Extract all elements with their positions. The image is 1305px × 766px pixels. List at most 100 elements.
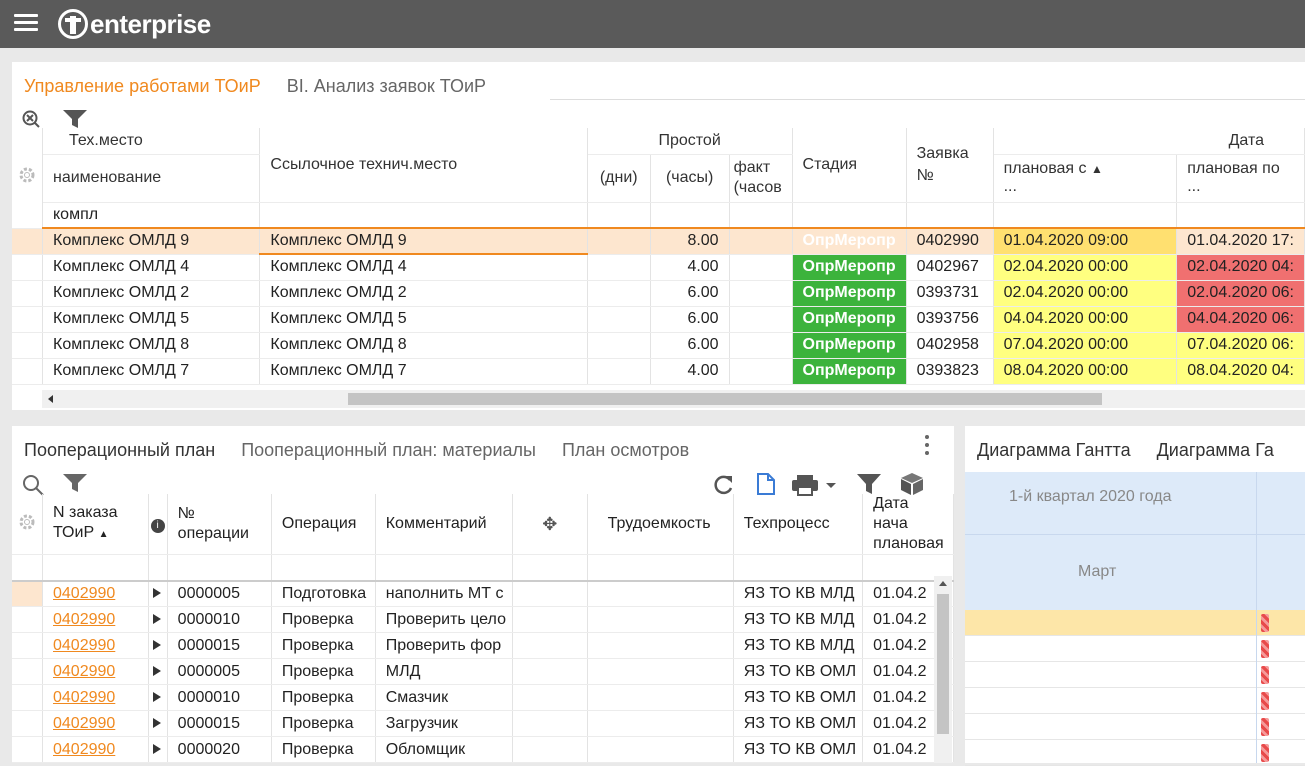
gantt-row[interactable] bbox=[965, 662, 1305, 688]
expand-icon[interactable] bbox=[148, 632, 168, 659]
filter-icon[interactable] bbox=[63, 110, 87, 128]
table-row[interactable]: 0402990 0000010 Проверка Смазчик ЯЗ ТО КВ ОМ… bbox=[12, 684, 954, 711]
order-link[interactable]: 0402990 bbox=[42, 632, 149, 659]
op-no-cell[interactable]: 0000020 bbox=[167, 736, 272, 763]
labor-cell[interactable] bbox=[587, 684, 734, 711]
process-cell[interactable]: ЯЗ ТО КВ ОМЛ bbox=[733, 684, 864, 711]
process-cell[interactable]: ЯЗ ТО КВ МЛД bbox=[733, 606, 864, 633]
col-labor[interactable]: Трудоемкость bbox=[587, 494, 734, 555]
order-link[interactable]: 0402990 bbox=[42, 580, 149, 607]
ref-cell[interactable]: Комплекс ОМЛД 9 bbox=[259, 228, 588, 255]
table-row[interactable]: Комплекс ОМЛД 2 Комплекс ОМЛД 2 6.00 ОпрМер… bbox=[12, 280, 1305, 307]
request-cell[interactable]: 0402990 bbox=[906, 228, 994, 255]
ref-cell[interactable]: Комплекс ОМЛД 5 bbox=[259, 306, 588, 333]
operation-cell[interactable]: Проверка bbox=[271, 736, 376, 763]
col-comment[interactable]: Комментарий bbox=[375, 494, 513, 555]
col-planned-from[interactable]: плановая с ▲... bbox=[993, 154, 1178, 203]
gantt-bar[interactable] bbox=[1261, 692, 1269, 710]
col-hours[interactable]: (часы) bbox=[650, 154, 730, 203]
comment-cell[interactable]: Проверить цело bbox=[375, 606, 513, 633]
expand-icon[interactable] bbox=[148, 710, 168, 737]
request-cell[interactable]: 0393756 bbox=[906, 306, 994, 333]
name-cell[interactable]: Комплекс ОМЛД 4 bbox=[42, 254, 261, 281]
planned-from-cell[interactable]: 04.04.2020 00:00 bbox=[993, 306, 1178, 333]
document-icon[interactable] bbox=[756, 472, 776, 496]
package-icon[interactable] bbox=[900, 472, 924, 496]
more-icon[interactable] bbox=[923, 434, 931, 456]
planned-to-cell[interactable]: 04.04.2020 06: bbox=[1176, 306, 1305, 333]
operation-cell[interactable]: Проверка bbox=[271, 710, 376, 737]
operation-cell[interactable]: Проверка bbox=[271, 632, 376, 659]
process-cell[interactable]: ЯЗ ТО КВ ОМЛ bbox=[733, 710, 864, 737]
planned-to-cell[interactable]: 01.04.2020 17: bbox=[1176, 228, 1305, 255]
planned-to-cell[interactable]: 07.04.2020 06: bbox=[1176, 332, 1305, 359]
operation-cell[interactable]: Проверка bbox=[271, 684, 376, 711]
col-request-no[interactable]: Заявка № bbox=[906, 128, 994, 203]
name-cell[interactable]: Комплекс ОМЛД 9 bbox=[42, 228, 261, 255]
print-icon[interactable] bbox=[792, 474, 840, 496]
gantt-bar[interactable] bbox=[1261, 640, 1269, 658]
comment-cell[interactable]: Обломщик bbox=[375, 736, 513, 763]
labor-cell[interactable] bbox=[587, 658, 734, 685]
request-cell[interactable]: 0402967 bbox=[906, 254, 994, 281]
gantt-bar[interactable] bbox=[1261, 614, 1269, 632]
col-start-date[interactable]: Дата нача плановая bbox=[862, 494, 954, 555]
table-row[interactable]: 0402990 0000005 Проверка МЛД ЯЗ ТО КВ ОМЛ 01.… bbox=[12, 658, 954, 685]
expand-icon[interactable] bbox=[148, 736, 168, 763]
settings-icon[interactable] bbox=[12, 509, 42, 535]
request-cell[interactable]: 0393731 bbox=[906, 280, 994, 307]
col-fact[interactable]: факт (часов bbox=[729, 154, 793, 203]
gantt-row[interactable] bbox=[965, 688, 1305, 714]
col-tech-place[interactable]: Тех.место bbox=[42, 128, 261, 155]
name-cell[interactable]: Комплекс ОМЛД 2 bbox=[42, 280, 261, 307]
col-op-no[interactable]: № операции bbox=[167, 494, 272, 555]
col-name[interactable]: наименование bbox=[42, 154, 261, 203]
settings-cell[interactable] bbox=[12, 494, 43, 555]
scroll-up-icon[interactable] bbox=[939, 581, 947, 586]
name-filter-input[interactable]: компл bbox=[42, 202, 261, 229]
clear-filter-icon[interactable] bbox=[22, 110, 40, 128]
col-order[interactable]: N заказа ТОиР ▲ bbox=[42, 494, 149, 555]
table-row[interactable]: Комплекс ОМЛД 4 Комплекс ОМЛД 4 4.00 ОпрМер… bbox=[12, 254, 1305, 281]
planned-from-cell[interactable]: 01.04.2020 09:00 bbox=[993, 228, 1178, 255]
process-cell[interactable]: ЯЗ ТО КВ МЛД bbox=[733, 632, 864, 659]
settings-cell[interactable] bbox=[12, 128, 43, 229]
order-link[interactable]: 0402990 bbox=[42, 736, 149, 763]
expand-icon[interactable] bbox=[148, 658, 168, 685]
settings-icon[interactable] bbox=[12, 162, 42, 188]
table-row[interactable]: Комплекс ОМЛД 9 Комплекс ОМЛД 9 8.00 ОпрМер… bbox=[12, 228, 1305, 255]
table-row[interactable]: 0402990 0000020 Проверка Обломщик ЯЗ ТО КВ О… bbox=[12, 736, 954, 763]
tab-gantt-2[interactable]: Диаграмма Га bbox=[1157, 440, 1274, 461]
comment-cell[interactable]: Загрузчик bbox=[375, 710, 513, 737]
request-cell[interactable]: 0402958 bbox=[906, 332, 994, 359]
scroll-left-icon[interactable] bbox=[48, 395, 53, 403]
col-date[interactable]: Дата bbox=[993, 128, 1305, 155]
comment-cell[interactable]: Проверить фор bbox=[375, 632, 513, 659]
planned-from-cell[interactable]: 07.04.2020 00:00 bbox=[993, 332, 1178, 359]
ref-cell[interactable]: Комплекс ОМЛД 2 bbox=[259, 280, 588, 307]
op-no-cell[interactable]: 0000015 bbox=[167, 710, 272, 737]
gantt-row[interactable] bbox=[965, 740, 1305, 766]
request-cell[interactable]: 0393823 bbox=[906, 358, 994, 385]
col-downtime[interactable]: Простой bbox=[587, 128, 793, 155]
tab-bi-analysis[interactable]: BI. Анализ заявок ТОиР bbox=[287, 76, 486, 97]
tab-operations-plan[interactable]: Пооперационный план bbox=[24, 440, 215, 461]
drag-handle-icon[interactable]: ✥ bbox=[512, 494, 588, 555]
filter-options-icon[interactable] bbox=[857, 474, 881, 494]
planned-to-cell[interactable]: 02.04.2020 06: bbox=[1176, 280, 1305, 307]
order-link[interactable]: 0402990 bbox=[42, 710, 149, 737]
planned-from-cell[interactable]: 02.04.2020 00:00 bbox=[993, 254, 1178, 281]
process-cell[interactable]: ЯЗ ТО КВ ОМЛ bbox=[733, 658, 864, 685]
col-planned-to[interactable]: плановая по... bbox=[1176, 154, 1305, 203]
ref-cell[interactable]: Комплекс ОМЛД 7 bbox=[259, 358, 588, 385]
labor-cell[interactable] bbox=[587, 710, 734, 737]
order-link[interactable]: 0402990 bbox=[42, 658, 149, 685]
filter-icon[interactable] bbox=[63, 474, 87, 492]
expand-icon[interactable] bbox=[148, 606, 168, 633]
table-row[interactable]: 0402990 0000005 Подготовка наполнить МТ с ЯЗ… bbox=[12, 580, 954, 607]
labor-cell[interactable] bbox=[587, 736, 734, 763]
scroll-thumb[interactable] bbox=[348, 393, 1102, 405]
name-cell[interactable]: Комплекс ОМЛД 8 bbox=[42, 332, 261, 359]
col-days[interactable]: (дни) bbox=[587, 154, 651, 203]
planned-to-cell[interactable]: 08.04.2020 04: bbox=[1176, 358, 1305, 385]
